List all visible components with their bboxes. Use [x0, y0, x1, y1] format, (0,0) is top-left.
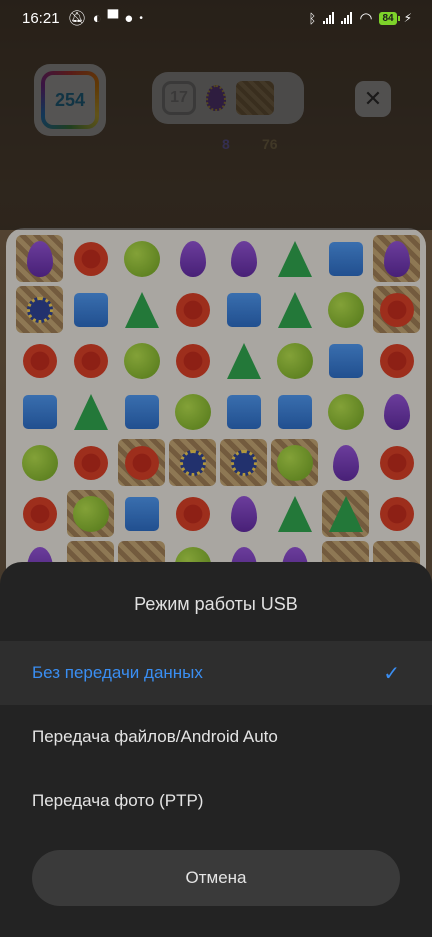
- option-photo-transfer[interactable]: Передача фото (PTP): [0, 769, 432, 833]
- signal-icon: [323, 12, 335, 24]
- signal-icon: [341, 12, 353, 24]
- record-icon: ●: [124, 9, 134, 27]
- app-icon: ◐: [92, 9, 102, 27]
- wifi-icon: ◠: [359, 10, 373, 27]
- option-label: Без передачи данных: [32, 663, 203, 682]
- option-file-transfer[interactable]: Передача файлов/Android Auto: [0, 705, 432, 769]
- option-label: Передача файлов/Android Auto: [32, 727, 278, 746]
- dialog-title: Режим работы USB: [134, 594, 298, 614]
- dot-icon: •: [139, 12, 143, 24]
- option-no-data-transfer[interactable]: Без передачи данных ✓: [0, 641, 432, 705]
- muted-icon: 🔕︎: [67, 10, 87, 27]
- usb-icon: ▀: [107, 9, 119, 27]
- clock: 16:21: [22, 9, 60, 27]
- check-icon: ✓: [383, 662, 400, 685]
- usb-mode-dialog: Режим работы USB Без передачи данных ✓ П…: [0, 562, 432, 937]
- bluetooth-icon: ᛒ: [308, 10, 317, 26]
- status-bar: 16:21 🔕︎ ◐ ▀ ● • ᛒ ◠ 84 ⚡: [0, 0, 432, 36]
- charging-icon: ⚡: [403, 11, 412, 25]
- battery-indicator: 84: [379, 11, 400, 25]
- cancel-button[interactable]: Отмена: [32, 850, 400, 906]
- option-label: Передача фото (PTP): [32, 791, 204, 810]
